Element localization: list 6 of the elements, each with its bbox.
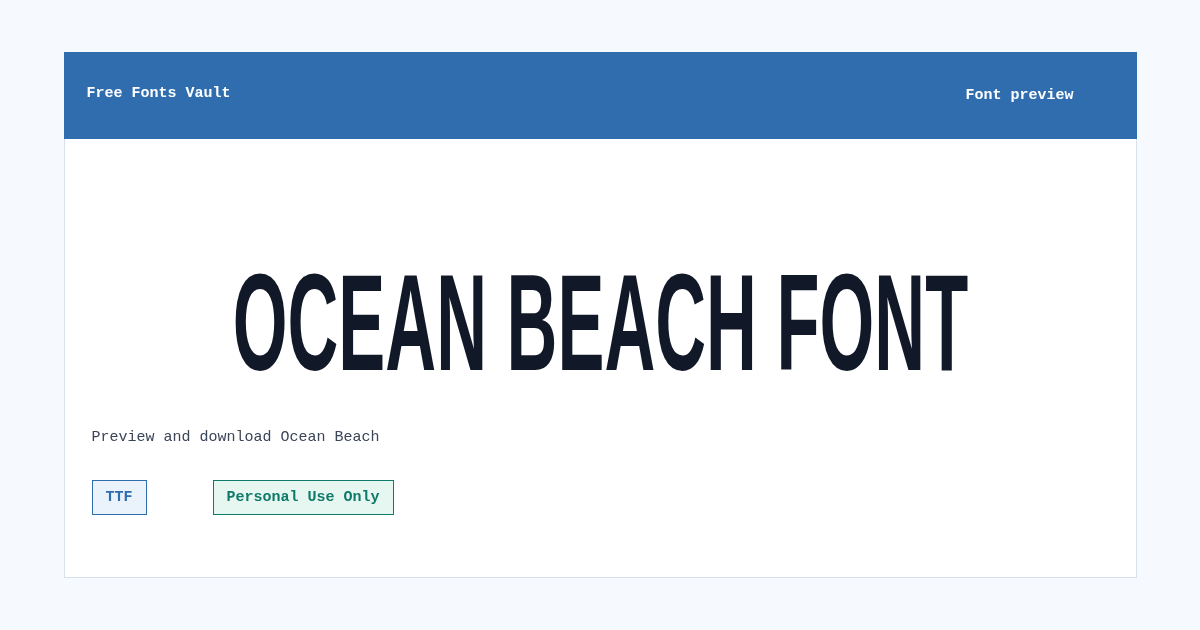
site-name: Free Fonts Vault [86, 85, 231, 102]
description-text: Preview and download Ocean Beach [91, 429, 381, 446]
format-tag: TTF [91, 480, 147, 515]
page-label: Font preview [965, 87, 1074, 104]
license-tag: Personal Use Only [212, 480, 394, 515]
font-preview-title: OCEAN BEACH FONT [232, 254, 969, 391]
